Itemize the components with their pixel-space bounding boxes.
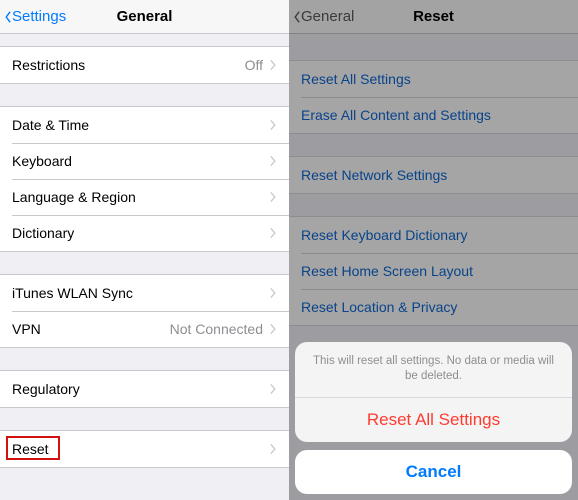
settings-row-vpn[interactable]: VPNNot Connected [0,311,289,347]
page-title: General [117,8,173,25]
cancel-button[interactable]: Cancel [295,450,572,494]
chevron-right-icon [269,119,277,131]
back-label: Settings [12,8,66,25]
row-label: VPN [12,321,170,337]
row-value: Not Connected [170,321,263,337]
row-label: Dictionary [12,225,269,241]
navbar-general: Settings General [0,0,289,34]
action-sheet-message: This will reset all settings. No data or… [295,342,572,398]
general-settings-screen: Settings General RestrictionsOff Date & T… [0,0,289,500]
settings-row-keyboard[interactable]: Keyboard [0,143,289,179]
row-label: Restrictions [12,57,245,73]
action-sheet-card: This will reset all settings. No data or… [295,342,572,442]
settings-group: iTunes WLAN Sync VPNNot Connected [0,274,289,348]
row-value: Off [245,57,263,73]
row-label: Reset [12,441,269,457]
settings-row-date-time[interactable]: Date & Time [0,107,289,143]
settings-row-dictionary[interactable]: Dictionary [0,215,289,251]
settings-group: Date & Time Keyboard Language & Region Dict… [0,106,289,252]
back-to-settings[interactable]: Settings [4,8,66,25]
chevron-right-icon [269,323,277,335]
settings-row-restrictions[interactable]: RestrictionsOff [0,47,289,83]
action-sheet: This will reset all settings. No data or… [295,342,572,494]
settings-group: Reset [0,430,289,468]
settings-row-itunes-wlan-sync[interactable]: iTunes WLAN Sync [0,275,289,311]
row-label: Language & Region [12,189,269,205]
chevron-right-icon [269,191,277,203]
reset-all-settings-button[interactable]: Reset All Settings [295,398,572,442]
chevron-right-icon [269,227,277,239]
chevron-right-icon [269,383,277,395]
row-label: Regulatory [12,381,269,397]
chevron-left-icon [4,11,12,23]
settings-row-regulatory[interactable]: Regulatory [0,371,289,407]
reset-screen: General Reset Reset All SettingsErase Al… [289,0,578,500]
row-label: Keyboard [12,153,269,169]
chevron-right-icon [269,59,277,71]
row-label: iTunes WLAN Sync [12,285,269,301]
row-label: Date & Time [12,117,269,133]
chevron-right-icon [269,287,277,299]
settings-group: RestrictionsOff [0,46,289,84]
settings-row-language-region[interactable]: Language & Region [0,179,289,215]
settings-group: Regulatory [0,370,289,408]
chevron-right-icon [269,443,277,455]
chevron-right-icon [269,155,277,167]
settings-row-reset[interactable]: Reset [0,431,289,467]
